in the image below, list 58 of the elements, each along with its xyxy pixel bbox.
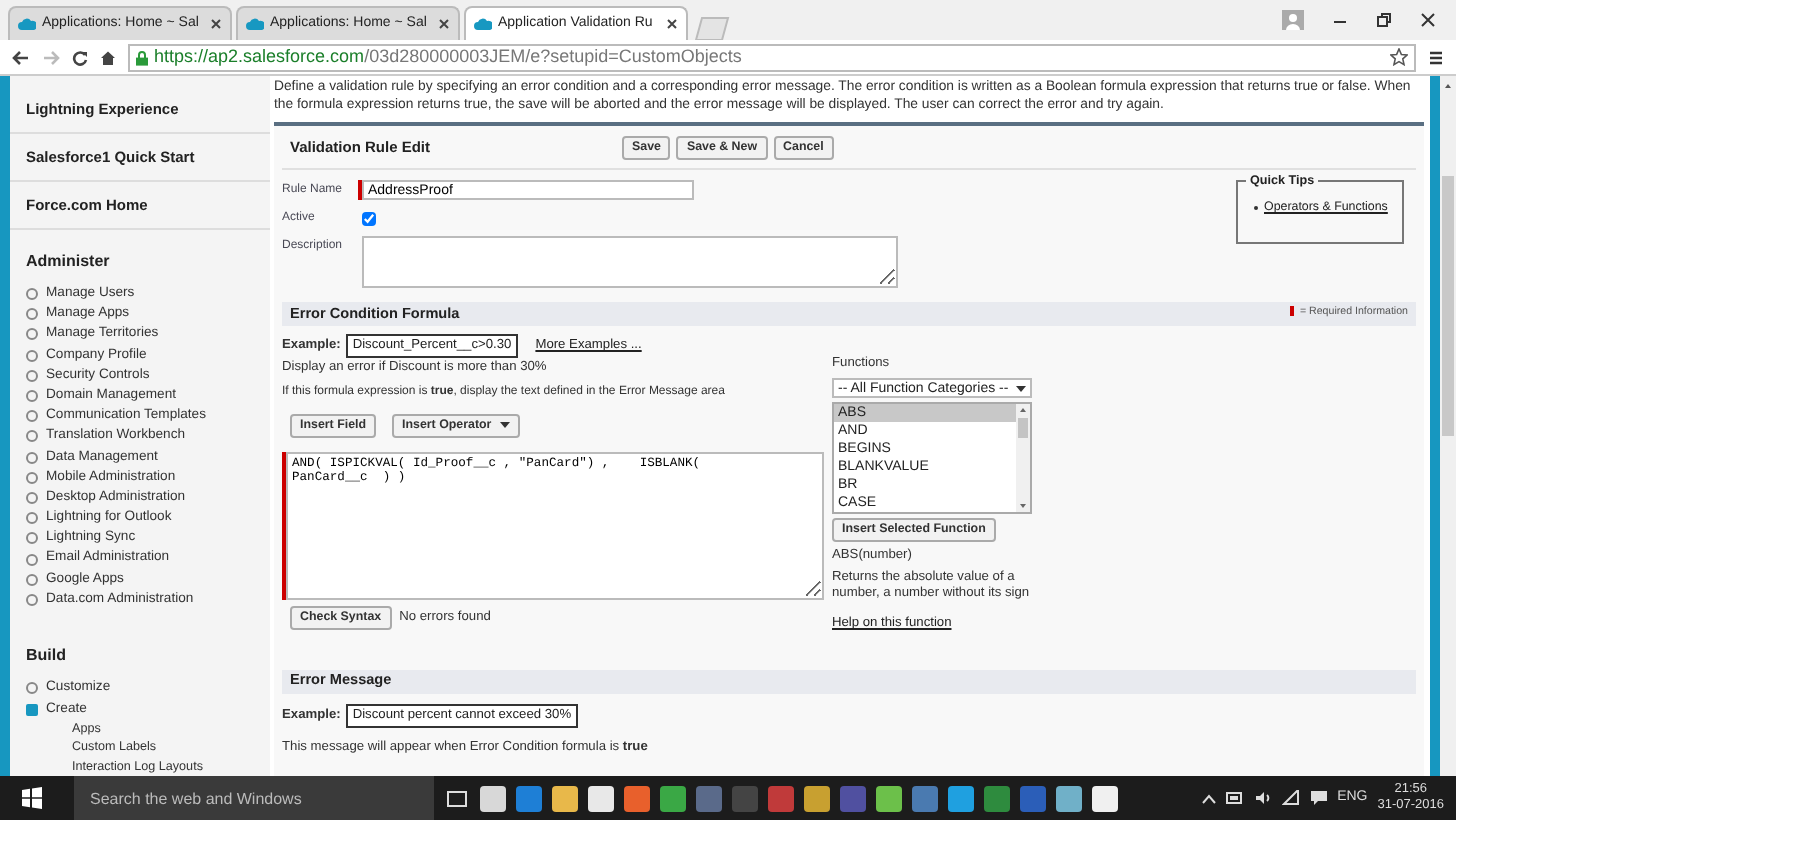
expand-icon[interactable] [26, 682, 38, 695]
expand-icon[interactable] [26, 491, 38, 504]
caret-icon[interactable] [1201, 793, 1216, 803]
sidebar-section-title: Administer [24, 250, 112, 274]
scrollbar-drawing [1016, 404, 1030, 513]
close-icon[interactable] [1420, 12, 1436, 28]
battery-icon[interactable] [1225, 792, 1244, 804]
speaker-icon[interactable] [1253, 790, 1272, 806]
wifi-icon[interactable] [1281, 790, 1300, 806]
description-field[interactable] [362, 236, 898, 289]
home-icon[interactable] [100, 49, 116, 65]
expand-icon[interactable] [26, 471, 38, 484]
back-arrow-icon[interactable] [12, 49, 30, 65]
expand-icon[interactable] [26, 532, 38, 545]
expand-icon[interactable] [26, 553, 38, 566]
expand-icon[interactable] [26, 451, 38, 464]
expand-icon[interactable] [26, 328, 38, 341]
taskbar-app-icon[interactable] [948, 785, 974, 811]
notification-icon[interactable] [1309, 790, 1328, 806]
taskbar-app-icon[interactable] [588, 785, 614, 811]
caret-icon [499, 422, 510, 429]
expand-icon[interactable] [26, 512, 38, 525]
taskbar-app-icon[interactable] [876, 785, 902, 811]
taskbar-app-icon[interactable] [660, 785, 686, 811]
taskbar-app-icon[interactable] [1056, 785, 1082, 811]
cloud-icon [18, 18, 36, 30]
taskbar-app-icon[interactable] [804, 785, 830, 811]
active-checkbox[interactable] [362, 211, 376, 226]
taskbar-app-icon[interactable] [1092, 785, 1118, 811]
star-icon[interactable] [1390, 48, 1408, 66]
taskbar-app-icon[interactable] [552, 785, 578, 811]
menu-icon[interactable] [1428, 49, 1444, 65]
expand-icon[interactable] [26, 349, 38, 362]
cloud-icon [246, 18, 264, 30]
task-view-icon[interactable] [444, 785, 470, 811]
collapse-icon[interactable] [26, 703, 38, 716]
taskbar-app-icon[interactable] [480, 785, 506, 811]
cloud-icon [474, 18, 492, 30]
expand-icon[interactable] [26, 369, 38, 382]
caret-icon [1016, 385, 1026, 392]
expand-icon[interactable] [26, 390, 38, 403]
close-icon[interactable] [210, 18, 222, 30]
taskbar-search-field[interactable]: Search the web and Windows [74, 776, 434, 820]
sidebar-section-title: Build [24, 644, 68, 669]
expand-icon[interactable] [26, 593, 38, 606]
address-bar[interactable]: https://ap2.salesforce.com/03d280000003JEM/e?setupid=CustomObjects [128, 43, 1416, 71]
expand-icon[interactable] [26, 430, 38, 443]
expand-icon[interactable] [26, 288, 38, 301]
expand-icon[interactable] [26, 308, 38, 321]
required-marker [1289, 306, 1294, 317]
reload-icon[interactable] [72, 49, 88, 65]
expand-icon[interactable] [26, 410, 38, 423]
lock-icon [136, 49, 148, 65]
close-icon[interactable] [666, 18, 678, 30]
user-icon[interactable] [1282, 10, 1304, 30]
expand-icon[interactable] [26, 573, 38, 586]
restore-icon[interactable] [1376, 12, 1392, 28]
close-icon[interactable] [438, 18, 450, 30]
